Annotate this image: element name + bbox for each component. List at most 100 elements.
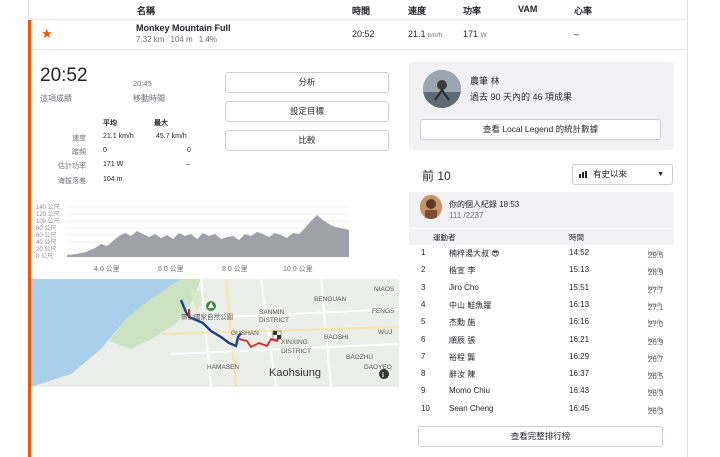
leaderboard-title: 前 10 <box>422 169 451 183</box>
y-tick: 60 公尺 <box>36 232 56 239</box>
map-label-baoshi: BAOSHI <box>324 334 349 341</box>
pr-time: 18:53 <box>499 200 520 209</box>
athlete-name[interactable]: Momo Chiu <box>449 386 490 395</box>
stat-max-power: – <box>186 161 190 168</box>
athlete-name[interactable]: 杰勳 施 <box>449 317 475 328</box>
table-row[interactable]: 1 楠梓湯大叔 😎 14:52 29.6 km/h <box>409 245 674 262</box>
segment-table-header: 名稱 時間 速度 功率 VAM 心率 <box>31 0 687 20</box>
map-label-district: DISTRICT <box>259 317 289 324</box>
rank: 10 <box>421 403 430 413</box>
segment-row[interactable]: ★ Monkey Mountain Full 7.32 km 104 m 1.4% … <box>31 20 687 50</box>
effort-speed: 26.3 km/h <box>647 388 664 399</box>
stat-label-speed: 速度 <box>72 135 86 142</box>
rank: 2 <box>421 265 426 275</box>
map-label-niaosong: NIAOS <box>374 286 395 293</box>
col-hr: 心率 <box>574 6 593 16</box>
personal-record-row <box>409 192 674 228</box>
table-row[interactable]: 6 順辰 張 16:21 26.9 km/h <box>409 332 674 349</box>
map-label-kaohsiung: Kaohsiung <box>269 367 321 379</box>
analyze-button[interactable]: 分析 <box>225 72 389 93</box>
athlete-name[interactable]: 中山 鮭魚躍 <box>449 300 491 311</box>
athlete-name[interactable]: 楷宣 李 <box>449 265 475 276</box>
leaderboard-header: 運動者 時間 <box>409 229 674 245</box>
effort-speed: 26.7 km/h <box>647 353 664 364</box>
effort-speed: 27.0 km/h <box>647 319 664 330</box>
table-row[interactable]: 5 杰勳 施 16:16 27.0 km/h <box>409 314 674 331</box>
svg-text:i: i <box>382 371 384 379</box>
y-tick: 0 公尺 <box>36 253 53 260</box>
y-tick: 20 公尺 <box>36 246 56 253</box>
table-row[interactable]: 2 楷宣 李 15:13 28.9 km/h <box>409 262 674 279</box>
table-row[interactable]: 3 Jiro Cho 15:51 27.7 km/h <box>409 280 674 297</box>
rank: 3 <box>421 282 426 292</box>
rank: 8 <box>421 369 426 379</box>
view-full-leaderboard-button[interactable]: 查看完整排行榜 <box>418 426 663 447</box>
moving-label: 移動時間 <box>133 94 165 103</box>
compare-button[interactable]: 比較 <box>225 130 389 151</box>
table-row[interactable]: 4 中山 鮭魚躍 16:13 27.1 km/h <box>409 297 674 314</box>
athlete-name[interactable]: Jiro Cho <box>449 283 479 292</box>
map-label-benguan: BENGUAN <box>314 296 346 303</box>
effort-time: 16:21 <box>569 334 590 344</box>
table-row[interactable]: 9 Momo Chiu 16:43 26.3 km/h <box>409 383 674 400</box>
segment-name[interactable]: Monkey Mountain Full <box>136 23 231 33</box>
effort-time: 16:13 <box>569 299 590 309</box>
star-icon[interactable]: ★ <box>41 26 53 42</box>
map-label-wuj: WUJ <box>378 329 392 336</box>
table-row[interactable]: 10 Sean Cheng 16:45 26.3 km/h <box>409 401 674 418</box>
effort-time: 15:51 <box>569 282 590 292</box>
effort-speed: 26.5 km/h <box>647 371 664 382</box>
stat-label-cadence: 踏頻 <box>72 149 86 156</box>
x-tick: 10.0 公里 <box>283 265 313 273</box>
map-label-fengshan: FENGS <box>372 308 395 315</box>
effort-speed: 26.9 km/h <box>647 336 664 347</box>
athlete-name[interactable]: Sean Cheng <box>449 404 493 413</box>
rank: 5 <box>421 317 426 327</box>
elapsed-label: 這項成績 <box>40 94 72 103</box>
col-athlete: 運動者 <box>433 233 456 242</box>
rank: 4 <box>421 299 426 309</box>
map-label-baozhu: BAOZHU <box>346 354 373 361</box>
effort-time: 16:43 <box>569 386 590 396</box>
set-goal-button[interactable]: 設定目標 <box>225 101 389 122</box>
view-local-legend-button[interactable]: 查看 Local Legend 的統計數據 <box>420 119 661 140</box>
x-tick: 4.0 公里 <box>94 265 120 273</box>
segment-map[interactable]: i 壽山國家自然公園 BENGUAN SANMIN DISTRICT GUSHA… <box>31 279 399 387</box>
rank: 1 <box>421 248 426 257</box>
effort-time: 16:45 <box>569 403 590 413</box>
segment-meta: 7.32 km 104 m 1.4% <box>136 35 223 44</box>
y-tick: 80 公尺 <box>36 225 56 232</box>
segment-grade: 1.4% <box>198 35 217 44</box>
pr-rank: 111 /2237 <box>449 211 484 220</box>
segment-power: 171 W <box>463 29 487 39</box>
col-max-label: 最大 <box>154 120 168 127</box>
pr-title: 你的個人紀錄 18:53 <box>449 200 520 209</box>
athlete-name[interactable]: 順辰 張 <box>449 335 475 346</box>
effort-speed: 27.1 km/h <box>647 301 664 312</box>
effort-speed: 26.3 km/h <box>647 405 664 416</box>
effort-time: 16:29 <box>569 351 590 361</box>
athlete-name[interactable]: 裕程 龔 <box>449 352 475 363</box>
legend-avatar[interactable] <box>423 70 461 108</box>
y-tick: 120 公尺 <box>36 211 60 218</box>
segment-hr: – <box>574 29 580 39</box>
athlete-name[interactable]: 楠梓湯大叔 😎 <box>449 248 500 259</box>
legend-name[interactable]: 農筆 林 <box>470 74 500 87</box>
segment-elev: 104 m <box>170 35 193 44</box>
elevation-area <box>67 215 349 257</box>
filter-label: 有史以來 <box>593 169 628 179</box>
effort-time: 15:13 <box>569 265 590 275</box>
stat-avg-power: 171 W <box>103 161 124 168</box>
table-row[interactable]: 7 裕程 龔 16:29 26.7 km/h <box>409 349 674 366</box>
my-avatar[interactable] <box>420 195 442 219</box>
col-lb-time: 時間 <box>569 233 584 242</box>
table-row[interactable]: 8 辭汝 陳 16:37 26.5 km/h <box>409 366 674 383</box>
effort-time: 14:52 <box>569 248 590 257</box>
leaderboard-filter-select[interactable]: 有史以來 ▼ <box>572 164 673 185</box>
chevron-down-icon: ▼ <box>657 171 664 178</box>
map-label-park: 壽山國家自然公園 <box>181 312 233 321</box>
elevation-profile-chart[interactable]: 140 公尺 120 公尺 100 公尺 80 公尺 60 公尺 40 公尺 2… <box>31 200 349 278</box>
athlete-name[interactable]: 辭汝 陳 <box>449 369 475 380</box>
effort-time: 16:37 <box>569 369 590 379</box>
stat-avg-cadence: 0 <box>103 147 107 154</box>
